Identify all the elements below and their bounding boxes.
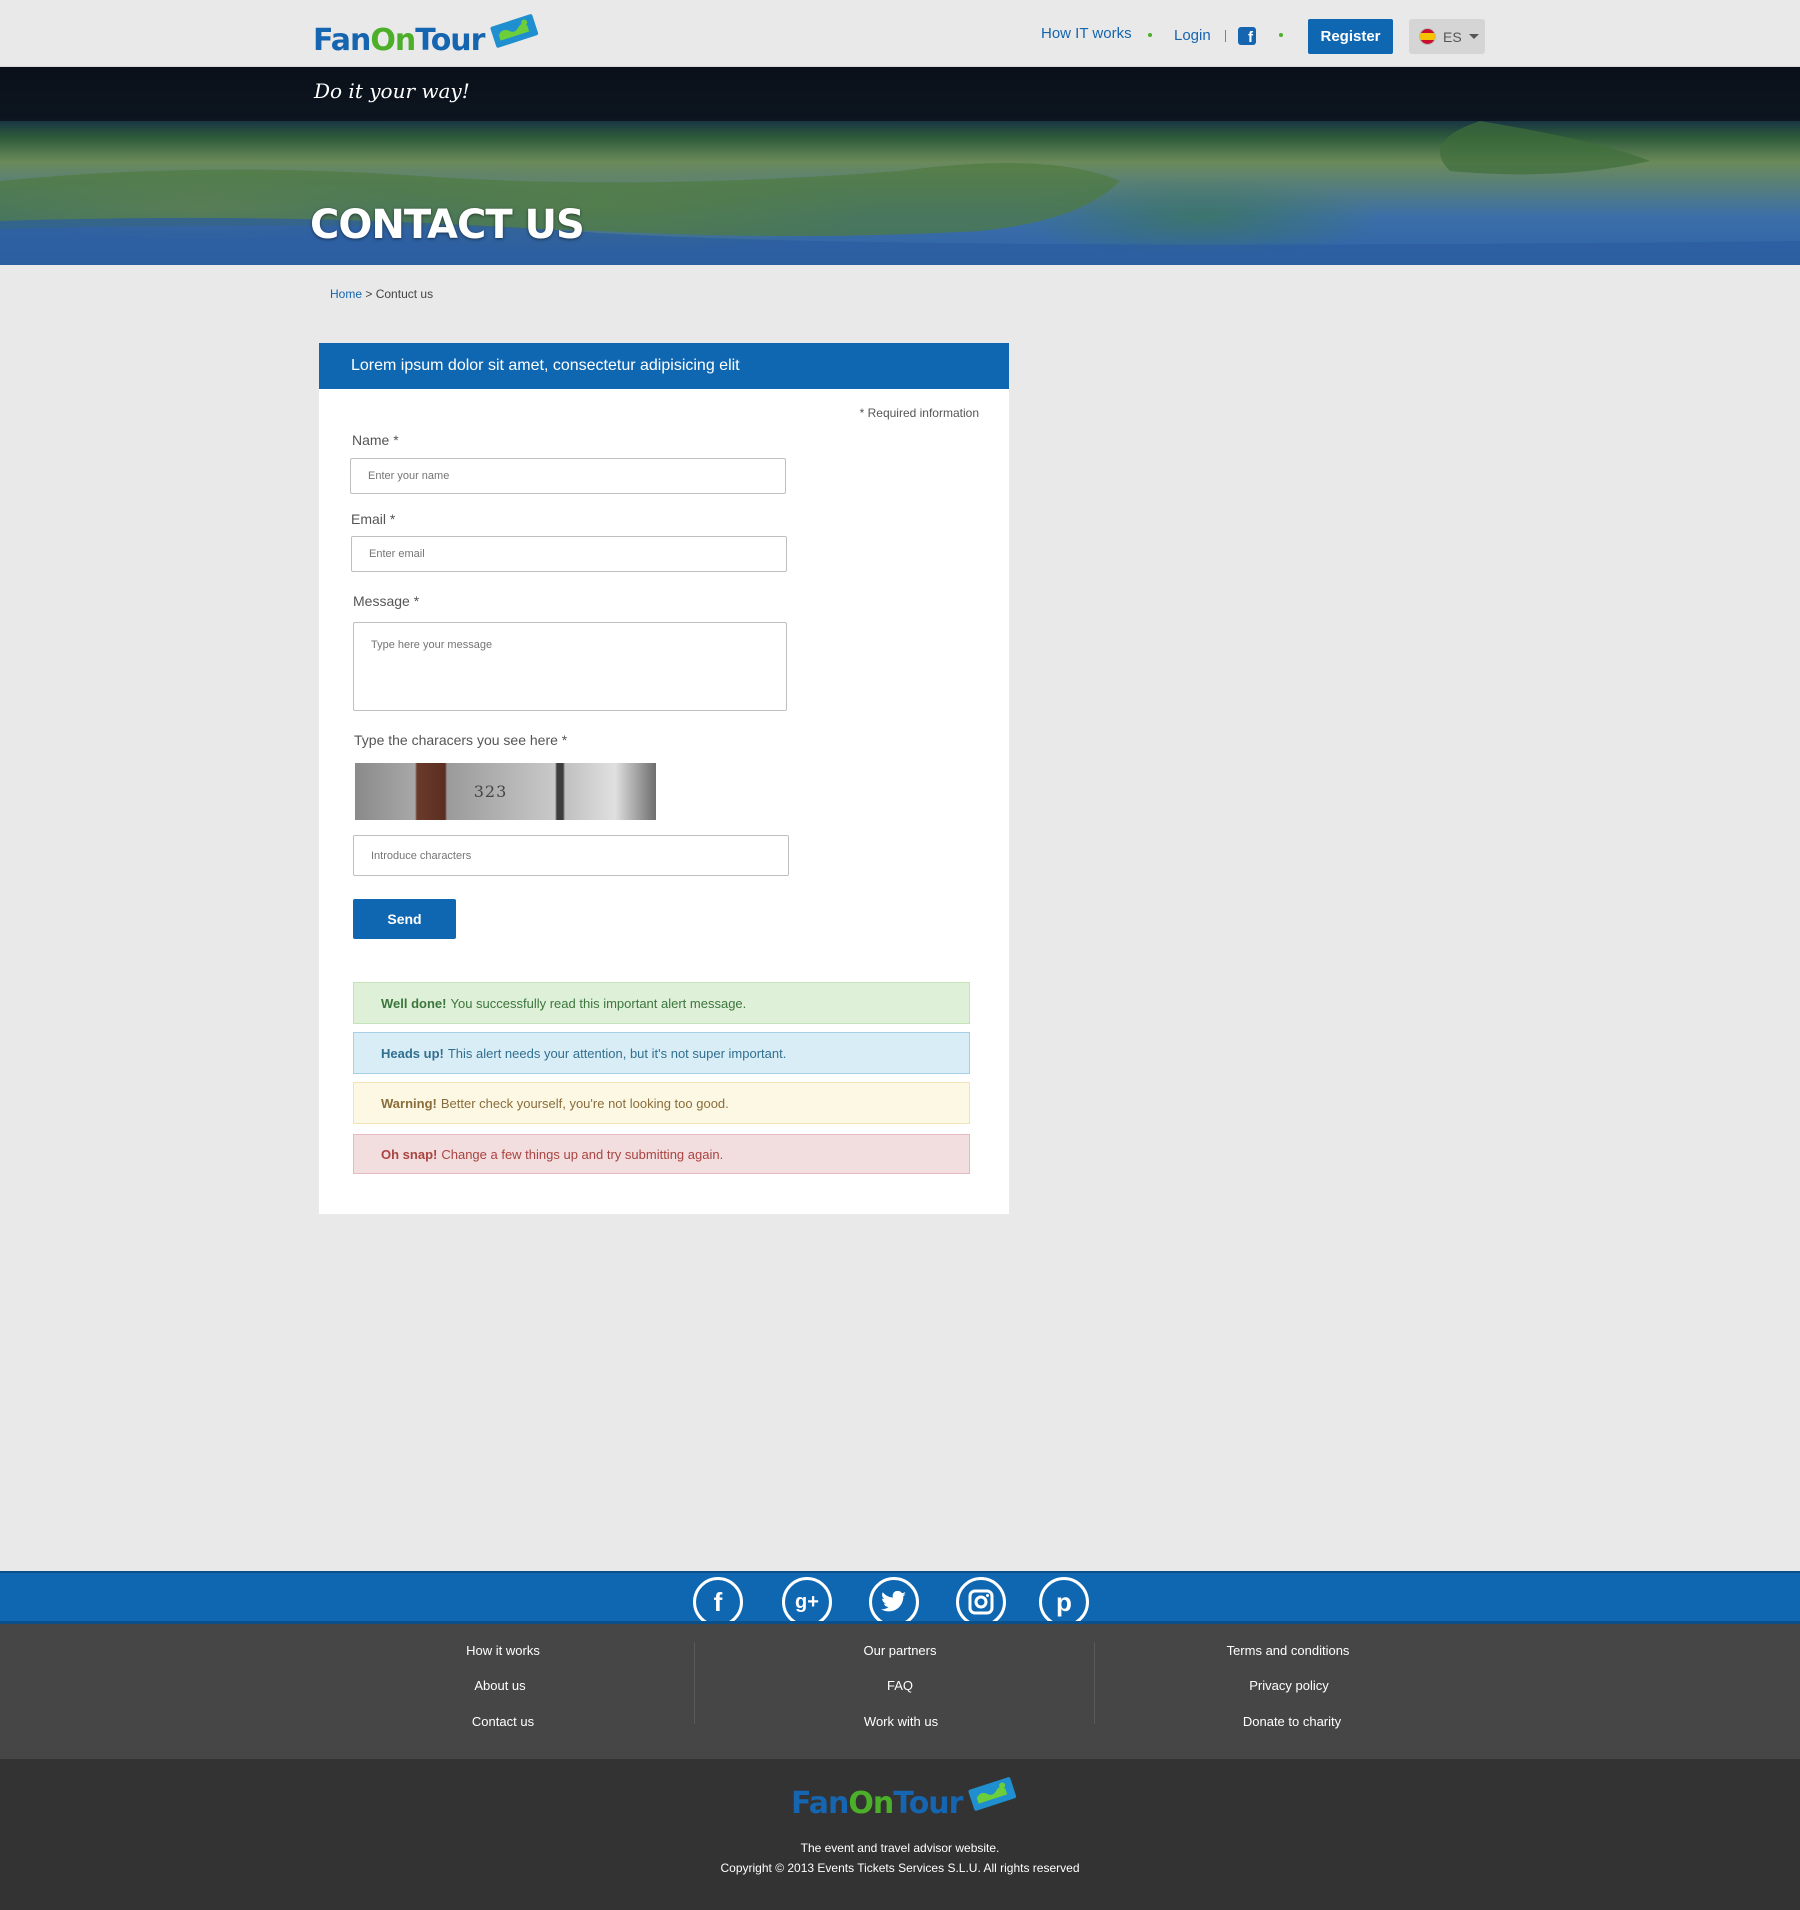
footer-link[interactable]: FAQ	[887, 1678, 913, 1693]
footer-tagline: The event and travel advisor website.	[800, 1841, 1000, 1855]
tagline: Do it your way!	[314, 79, 470, 103]
footer-link[interactable]: Privacy policy	[1249, 1678, 1328, 1693]
nav-how-it-works[interactable]: How IT works	[1041, 25, 1132, 42]
social-bar: f g+ p	[0, 1571, 1800, 1624]
alert-title: Well done!	[381, 995, 447, 1011]
nav-separator-dot	[1279, 33, 1283, 37]
facebook-icon[interactable]: f	[693, 1577, 743, 1621]
footer-bottom: Fan On Tour The event and travel advisor…	[0, 1759, 1800, 1910]
alert-text: You successfully read this important ale…	[450, 995, 747, 1011]
footer-link[interactable]: Terms and conditions	[1227, 1643, 1350, 1658]
nav-login[interactable]: Login	[1174, 27, 1211, 44]
captcha-input[interactable]	[353, 835, 789, 876]
alert-title: Warning!	[381, 1095, 437, 1111]
form-heading: Lorem ipsum dolor sit amet, consectetur …	[319, 343, 1009, 389]
footer-link[interactable]: Contact us	[472, 1714, 534, 1729]
breadcrumb-separator: >	[365, 287, 373, 301]
breadcrumb-current: Contuct us	[375, 287, 434, 301]
alert-title: Oh snap!	[381, 1146, 438, 1162]
nav-separator-dot	[1148, 33, 1152, 37]
alert-warning: Warning! Better check yourself, you're n…	[353, 1082, 970, 1124]
email-label: Email *	[351, 511, 396, 527]
footer-link[interactable]: How it works	[466, 1643, 540, 1658]
site-logo[interactable]: Fan On Tour	[313, 14, 542, 58]
required-note: * Required information	[859, 406, 979, 420]
ticket-globe-icon	[490, 14, 539, 48]
footer-links: How it works About us Contact us Our par…	[0, 1624, 1800, 1759]
alert-danger: Oh snap! Change a few things up and try …	[353, 1134, 970, 1174]
site-header: Fan On Tour How IT works Login f Registe…	[0, 0, 1800, 67]
name-input[interactable]	[350, 458, 786, 494]
twitter-icon[interactable]	[869, 1577, 919, 1621]
google-plus-icon[interactable]: g+	[782, 1577, 832, 1621]
facebook-icon[interactable]: f	[1238, 27, 1256, 45]
contact-form-card: Lorem ipsum dolor sit amet, consectetur …	[319, 343, 1009, 1214]
page-title: CONTACT US	[310, 202, 585, 248]
email-field[interactable]	[351, 536, 787, 572]
copyright: Copyright © 2013 Events Tickets Services…	[720, 1861, 1080, 1875]
breadcrumb: Home > Contuct us	[330, 287, 433, 301]
captcha-image: 323	[355, 763, 656, 820]
alert-text: Change a few things up and try submittin…	[441, 1146, 724, 1162]
breadcrumb-home[interactable]: Home	[330, 287, 362, 301]
alert-info: Heads up! This alert needs your attentio…	[353, 1032, 970, 1074]
alert-text: This alert needs your attention, but it'…	[447, 1045, 787, 1061]
nav-separator-line	[1225, 30, 1226, 42]
footer-link[interactable]: Work with us	[864, 1714, 938, 1729]
alert-text: Better check yourself, you're not lookin…	[440, 1095, 729, 1111]
send-button[interactable]: Send	[353, 899, 456, 939]
chevron-down-icon	[1468, 34, 1479, 39]
message-label: Message *	[353, 593, 420, 609]
footer-link[interactable]: Our partners	[864, 1643, 937, 1658]
instagram-icon[interactable]	[956, 1577, 1006, 1621]
footer-link[interactable]: Donate to charity	[1243, 1714, 1341, 1729]
captcha-label: Type the characers you see here *	[354, 732, 568, 748]
language-code: ES	[1443, 28, 1462, 45]
pinterest-icon[interactable]: p	[1039, 1577, 1089, 1621]
register-button[interactable]: Register	[1308, 19, 1393, 54]
spain-flag-icon	[1419, 28, 1436, 45]
footer-divider	[694, 1642, 695, 1724]
footer-divider	[1094, 1642, 1095, 1724]
hero-landscape-image	[0, 121, 1800, 265]
hero-banner: Do it your way! CONTACT US	[0, 67, 1800, 265]
footer-link[interactable]: About us	[474, 1678, 525, 1693]
alert-success: Well done! You successfully read this im…	[353, 982, 970, 1024]
language-selector[interactable]: ES	[1409, 19, 1485, 54]
ticket-globe-icon	[968, 1777, 1017, 1811]
tagline-band	[0, 67, 1800, 121]
message-textarea[interactable]	[353, 622, 787, 711]
name-label: Name *	[352, 432, 399, 448]
footer-logo[interactable]: Fan On Tour	[791, 1777, 1020, 1821]
alert-title: Heads up!	[381, 1045, 444, 1061]
